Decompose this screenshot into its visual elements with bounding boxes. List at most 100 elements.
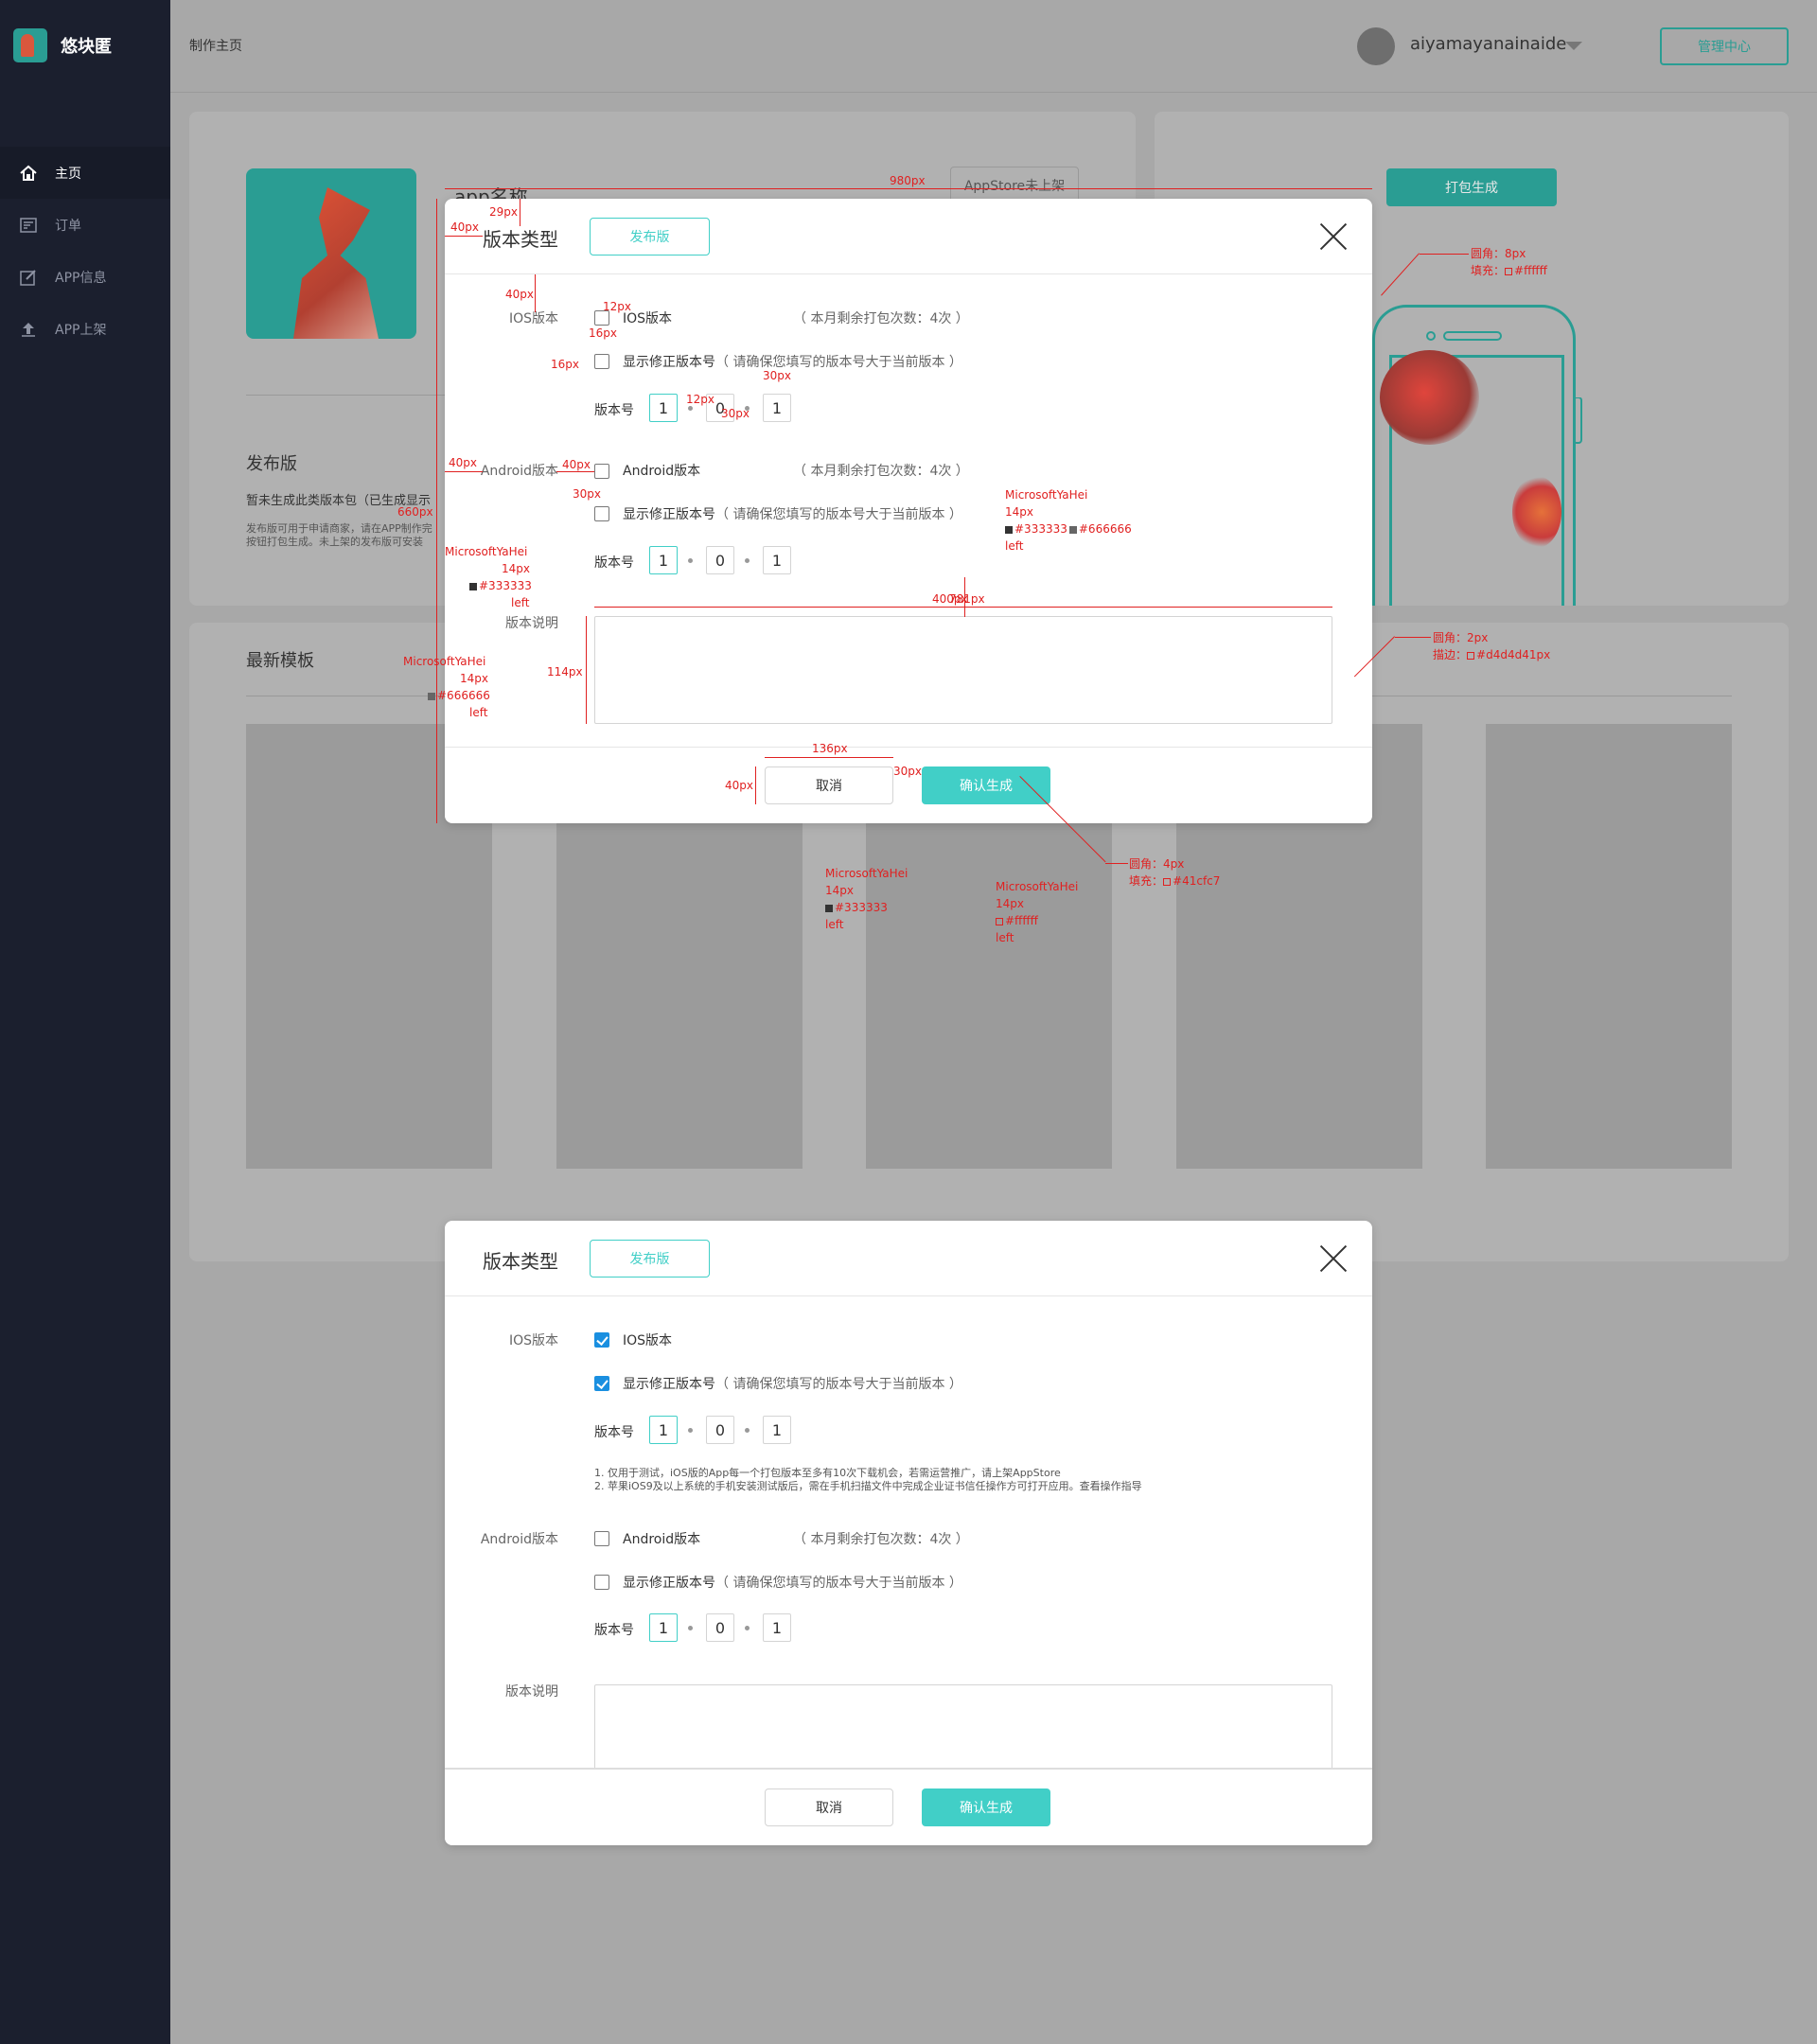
spec-fill: 填充： #41cfc7 [1129,872,1220,890]
dimension-label: 136px [812,742,848,755]
android-version-major-input[interactable]: 1 [649,546,678,574]
dimension-label: 16px [589,326,617,340]
avatar[interactable] [1357,27,1395,65]
close-icon[interactable] [1319,222,1348,251]
spec-size: 14px [460,672,488,685]
admin-center-button[interactable]: 管理中心 [1660,27,1789,65]
top-header: 制作主页 aiyamayanainaide 管理中心 [170,0,1817,93]
dot-separator [745,558,750,563]
android-show-fix-label: 显示修正版本号（ 请确保您填写的版本号大于当前版本 ） [623,1573,962,1592]
spec-stroke-label: 描边： [1433,648,1468,661]
spec-align: left [511,596,530,609]
swatch-icon [428,692,435,700]
dimension-line [445,471,483,472]
swatch-icon [1467,651,1475,660]
dimension-label: 781px [949,592,985,606]
sidebar-item-orders[interactable]: 订单 [0,199,170,251]
swatch-icon [1505,267,1513,275]
template-thumbnail[interactable] [1486,724,1732,1169]
dimension-label: 40px [449,456,477,469]
spec-color: #ffffff [1005,914,1038,927]
dimension-line [586,616,587,724]
sidebar-item-home[interactable]: 主页 [0,147,170,199]
android-show-fix-checkbox[interactable] [594,1575,609,1590]
phone-side-button-icon [1574,397,1582,444]
dimension-label: 30px [763,369,791,382]
ios-version-minor-input[interactable]: 0 [706,1416,734,1444]
spec-colors: #333333 [445,577,532,594]
dimension-line [765,757,893,758]
dot-separator [745,1428,750,1433]
edit-icon [19,268,38,287]
description-textarea[interactable] [594,1684,1332,1779]
leader-line [1395,637,1431,638]
sidebar-item-app-info[interactable]: APP信息 [0,251,170,303]
sidebar-item-label: 主页 [55,166,81,182]
spec-colors: #ffffff [996,912,1078,929]
show-fix-text: 显示修正版本号 [623,1377,715,1392]
ios-show-fix-label: 显示修正版本号（ 请确保您填写的版本号大于当前版本 ） [623,352,962,371]
chevron-down-icon[interactable] [1565,42,1582,50]
ios-show-fix-checkbox[interactable] [594,1376,609,1391]
show-fix-hint: （ 请确保您填写的版本号大于当前版本 ） [715,507,962,522]
confirm-generate-button[interactable]: 确认生成 [922,1788,1050,1826]
username[interactable]: aiyamayanainaide [1410,34,1566,54]
release-type-button[interactable]: 发布版 [590,1240,710,1278]
confirm-generate-button[interactable]: 确认生成 [922,766,1050,804]
font-spec-callout: MicrosoftYaHei 14px #333333 left [825,865,908,933]
style-callout-radius-4: 圆角：4px 填充： #41cfc7 [1129,855,1220,890]
ios-version-patch-input[interactable]: 1 [763,1416,791,1444]
modal-footer [445,1770,1372,1845]
cancel-button[interactable]: 取消 [765,766,893,804]
spec-radius: 圆角：4px [1129,857,1185,871]
swatch-icon [1068,525,1077,534]
dot-separator [688,1428,693,1433]
ios-show-fix-checkbox[interactable] [594,354,609,369]
spec-font: MicrosoftYaHei [1005,488,1088,502]
description-textarea[interactable] [594,616,1332,724]
font-spec-callout: MicrosoftYaHei 14px #ffffff left [996,878,1078,946]
pack-generate-button[interactable]: 打包生成 [1386,168,1557,206]
ios-version-patch-input[interactable]: 1 [763,394,791,422]
dot-separator [745,1626,750,1630]
android-checkbox[interactable] [594,464,609,479]
ios-checkbox-label: IOS版本 [623,1333,673,1348]
close-icon[interactable] [1319,1244,1348,1273]
android-version-major-input[interactable]: 1 [649,1613,678,1642]
android-version-patch-input[interactable]: 1 [763,1613,791,1642]
android-version-minor-input[interactable]: 0 [706,546,734,574]
newest-templates-title: 最新模板 [246,651,314,671]
android-version-label: 版本号 [594,555,634,571]
android-version-patch-input[interactable]: 1 [763,546,791,574]
ios-version-major-input[interactable]: 1 [649,394,678,422]
swatch-icon [1005,525,1013,534]
show-fix-text: 显示修正版本号 [623,507,715,522]
show-fix-text: 显示修正版本号 [623,355,715,370]
sidebar-item-app-publish[interactable]: APP上架 [0,303,170,355]
ios-version-label: 版本号 [594,403,634,418]
release-title: 发布版 [246,454,297,474]
dimension-label: 30px [721,407,750,420]
breadcrumb[interactable]: 制作主页 [189,36,242,55]
show-fix-hint: （ 请确保您填写的版本号大于当前版本 ） [715,1377,962,1392]
android-show-fix-checkbox[interactable] [594,506,609,521]
release-type-button[interactable]: 发布版 [590,218,710,256]
spec-radius: 圆角：8px [1471,247,1526,260]
release-note: 发布版可用于申请商家，请在APP制作完 按钮打包生成。未上架的发布版可安装 [246,522,432,548]
spec-align: left [996,931,1014,944]
dimension-label: 29px [489,205,518,219]
logo-mark-icon [13,28,47,62]
brand-name: 悠块匿 [61,37,112,57]
leader-line [1105,863,1128,864]
upload-icon [19,320,38,339]
android-checkbox[interactable] [594,1531,609,1546]
android-label: Android版本 [480,1532,558,1547]
dimension-label: 40px [562,458,591,471]
dimension-label: 30px [893,765,922,778]
dimension-label: 114px [547,665,583,678]
ios-version-major-input[interactable]: 1 [649,1416,678,1444]
ios-checkbox[interactable] [594,1332,609,1348]
dimension-label: 40px [505,288,534,301]
cancel-button[interactable]: 取消 [765,1788,893,1826]
android-version-minor-input[interactable]: 0 [706,1613,734,1642]
